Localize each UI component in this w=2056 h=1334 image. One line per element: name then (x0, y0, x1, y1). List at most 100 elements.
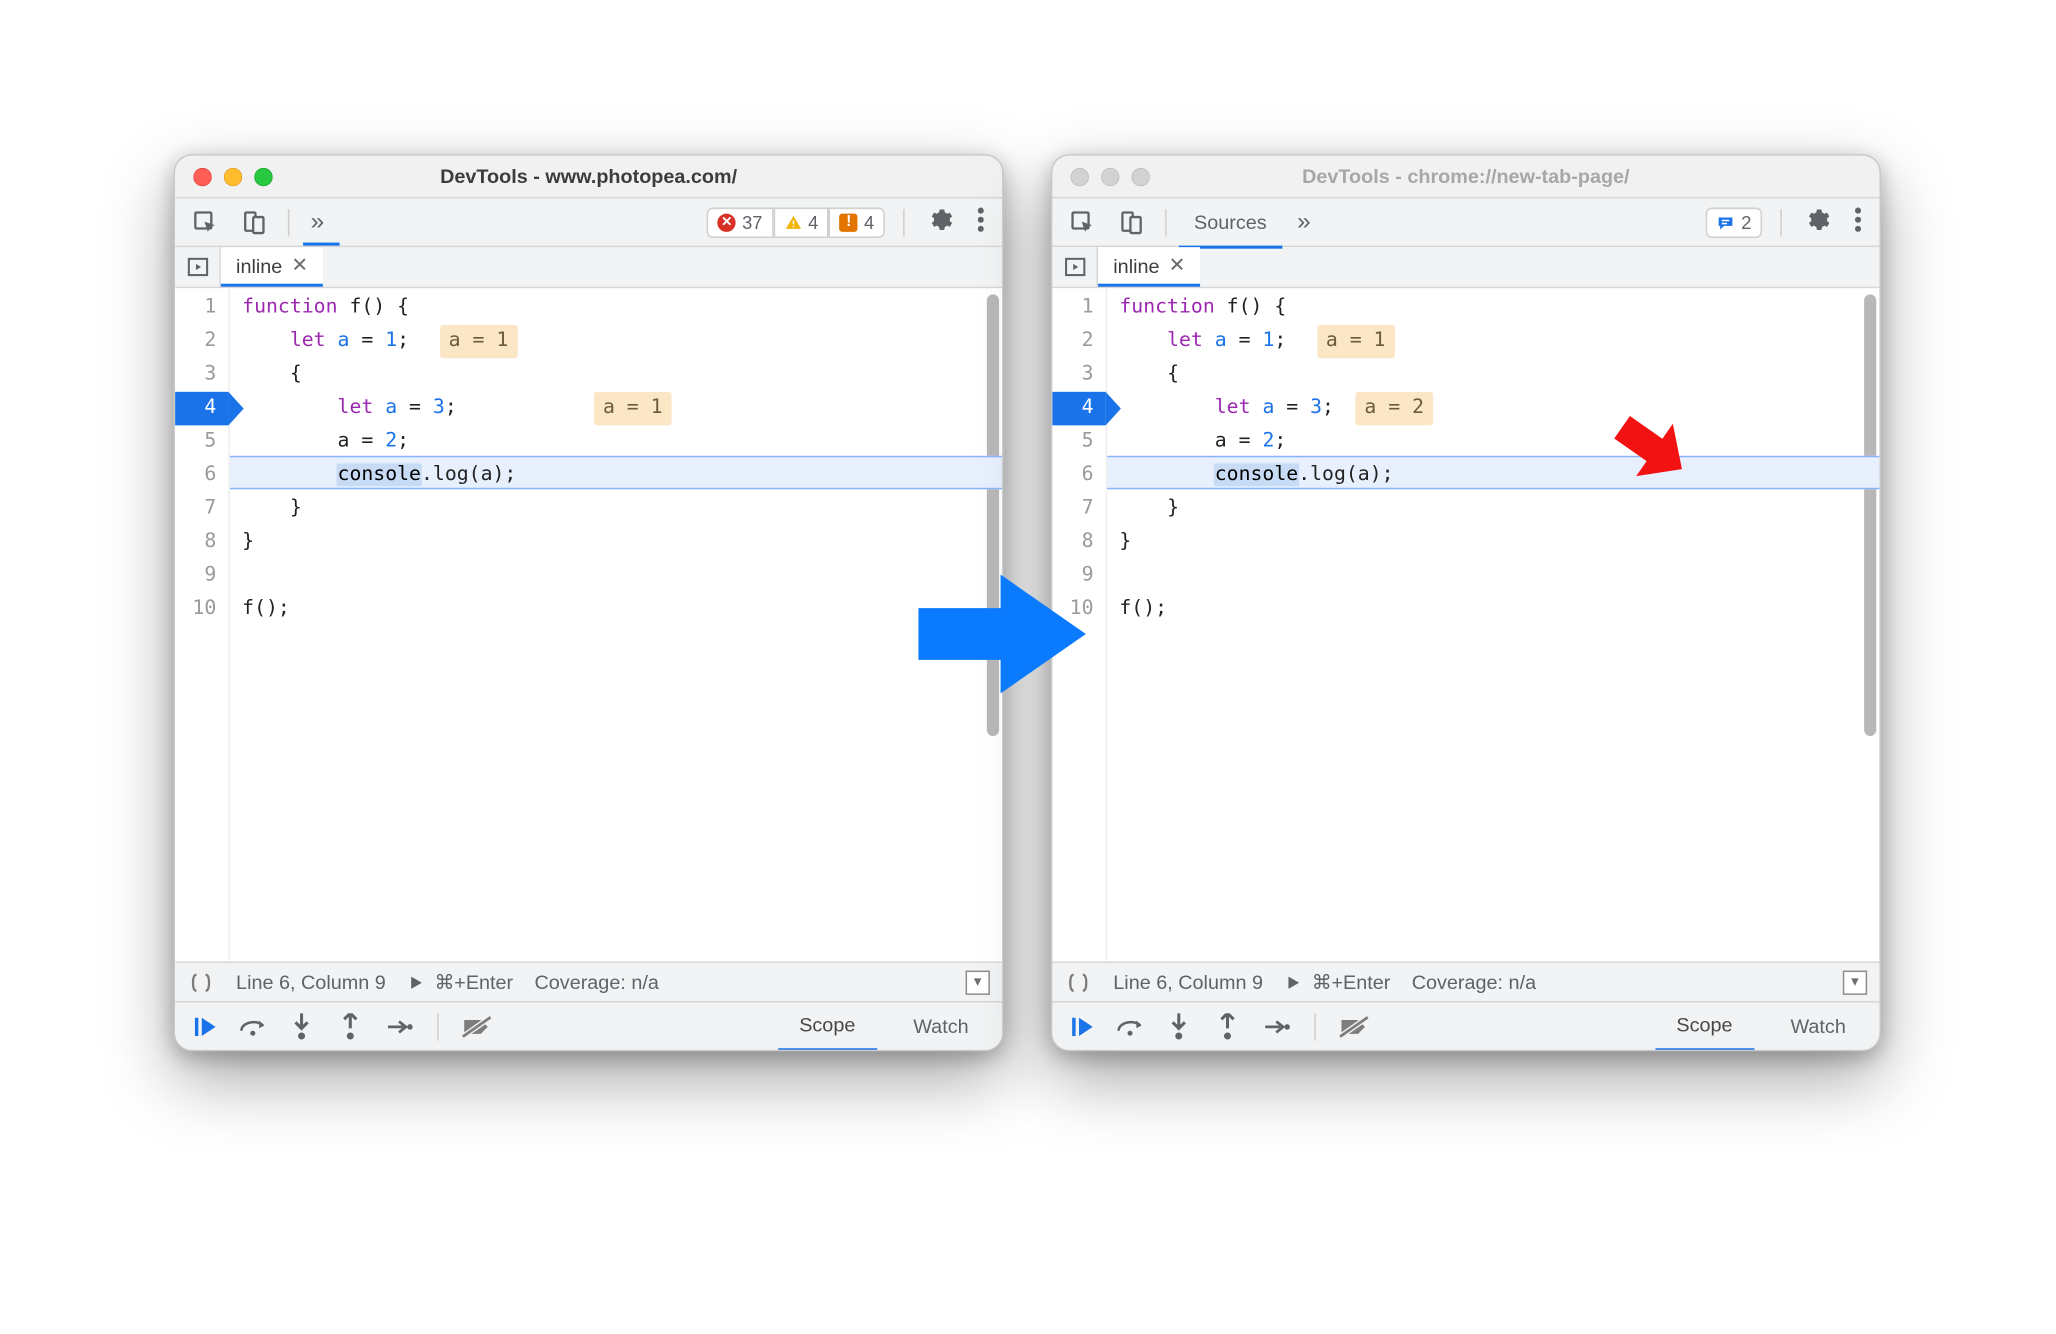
line-number[interactable]: 4 (175, 391, 216, 425)
resume-icon[interactable] (187, 1009, 221, 1043)
titlebar[interactable]: DevTools - www.photopea.com/ (175, 155, 1002, 198)
file-tab-label: inline (236, 254, 282, 277)
devtools-window-right: DevTools - chrome://new-tab-page/ Source… (1051, 154, 1881, 1051)
separator (1314, 1012, 1316, 1039)
cursor-position: Line 6, Column 9 (236, 970, 386, 993)
close-window-button[interactable] (1071, 167, 1089, 185)
line-number[interactable]: 4 (1052, 391, 1093, 425)
line-number[interactable]: 1 (1052, 291, 1093, 325)
cursor-position: Line 6, Column 9 (1113, 970, 1263, 993)
line-gutter[interactable]: 1 2 3 4 5 6 7 8 9 10 (175, 288, 230, 961)
deactivate-breakpoints-icon[interactable] (460, 1009, 494, 1043)
line-number[interactable]: 6 (175, 458, 216, 492)
issues-badge[interactable]: ! 4 (829, 206, 885, 236)
line-number[interactable]: 7 (175, 492, 216, 526)
watch-tab[interactable]: Watch (1769, 1001, 1867, 1050)
panel-overflow-icon[interactable]: » (302, 208, 334, 235)
current-exec-marker: 4 (174, 391, 229, 425)
step-out-icon[interactable] (334, 1009, 368, 1043)
deactivate-breakpoints-icon[interactable] (1337, 1009, 1371, 1043)
pretty-print-icon[interactable] (187, 971, 214, 992)
warnings-badge[interactable]: 4 (773, 206, 829, 236)
more-icon[interactable] (969, 207, 993, 236)
zoom-window-button[interactable] (1132, 167, 1150, 185)
selected-token: console (1213, 463, 1299, 486)
file-tab-inline[interactable]: inline ✕ (221, 247, 323, 287)
line-number[interactable]: 8 (1052, 525, 1093, 559)
line-number[interactable]: 3 (1052, 358, 1093, 392)
separator (437, 1012, 439, 1039)
step-into-icon[interactable] (285, 1009, 319, 1043)
line-number[interactable]: 8 (175, 525, 216, 559)
separator (1165, 208, 1167, 235)
inline-eval: a = 1 (440, 324, 518, 358)
source-editor[interactable]: 1 2 3 4 5 6 7 8 9 10 function f() { let … (175, 288, 1002, 961)
traffic-lights (175, 167, 272, 185)
file-tab-label: inline (1113, 254, 1159, 277)
statusbar-dropdown-icon[interactable]: ▾ (1843, 969, 1867, 993)
inline-eval: a = 1 (1317, 324, 1395, 358)
source-code[interactable]: function f() { let a = 1;a = 1 { let a =… (1107, 288, 1879, 961)
line-number[interactable]: 6 (1052, 458, 1093, 492)
devtools-toolbar: » ✕ 37 4 ! 4 (175, 198, 1002, 247)
line-number[interactable]: 2 (1052, 324, 1093, 358)
more-icon[interactable] (1846, 207, 1870, 236)
scope-tab[interactable]: Scope (778, 1001, 877, 1050)
inspect-element-icon[interactable] (1062, 203, 1105, 240)
device-toggle-icon[interactable] (1110, 203, 1153, 240)
resume-icon[interactable] (1065, 1009, 1099, 1043)
coverage-label: Coverage: n/a (1412, 970, 1536, 993)
line-number[interactable]: 2 (175, 324, 216, 358)
messages-badge[interactable]: 2 (1706, 206, 1762, 236)
watch-tab[interactable]: Watch (892, 1001, 990, 1050)
settings-icon[interactable] (1794, 206, 1840, 238)
navigator-toggle-icon[interactable] (175, 247, 221, 287)
debugger-toolbar: Scope Watch (175, 1001, 1002, 1050)
line-number[interactable]: 3 (175, 358, 216, 392)
step-over-icon[interactable] (236, 1009, 270, 1043)
inspect-element-icon[interactable] (184, 203, 227, 240)
step-into-icon[interactable] (1162, 1009, 1196, 1043)
errors-badge[interactable]: ✕ 37 (707, 206, 773, 236)
line-number[interactable]: 5 (1052, 425, 1093, 459)
run-snippet-button[interactable]: ⌘+Enter (407, 969, 513, 993)
step-over-icon[interactable] (1113, 1009, 1147, 1043)
close-icon[interactable]: ✕ (1169, 253, 1186, 277)
file-tab-inline[interactable]: inline ✕ (1098, 247, 1200, 287)
line-number[interactable]: 10 (175, 592, 216, 626)
source-code[interactable]: function f() { let a = 1;a = 1 { let a =… (230, 288, 1002, 961)
error-icon: ✕ (718, 212, 736, 230)
zoom-window-button[interactable] (254, 167, 272, 185)
close-window-button[interactable] (193, 167, 211, 185)
source-editor[interactable]: 1 2 3 4 5 6 7 8 9 10 function f() { let … (1052, 288, 1879, 961)
step-icon[interactable] (1259, 1009, 1293, 1043)
minimize-window-button[interactable] (1101, 167, 1119, 185)
titlebar[interactable]: DevTools - chrome://new-tab-page/ (1052, 155, 1879, 198)
device-toggle-icon[interactable] (233, 203, 276, 240)
inline-eval: a = 1 (594, 391, 672, 425)
run-shortcut: ⌘+Enter (434, 969, 513, 993)
pretty-print-icon[interactable] (1065, 971, 1092, 992)
selected-token: console (336, 463, 422, 486)
line-number[interactable]: 1 (175, 291, 216, 325)
settings-icon[interactable] (917, 206, 963, 238)
minimize-window-button[interactable] (224, 167, 242, 185)
panel-overflow-icon[interactable]: » (1288, 208, 1320, 235)
step-out-icon[interactable] (1211, 1009, 1245, 1043)
run-snippet-button[interactable]: ⌘+Enter (1284, 969, 1390, 993)
line-number[interactable]: 9 (175, 559, 216, 593)
line-number[interactable]: 7 (1052, 492, 1093, 526)
status-badges: ✕ 37 4 ! 4 (707, 206, 885, 236)
messages-count: 2 (1741, 211, 1751, 232)
step-icon[interactable] (382, 1009, 416, 1043)
navigator-toggle-icon[interactable] (1052, 247, 1098, 287)
line-number[interactable]: 5 (175, 425, 216, 459)
sources-panel-tab[interactable]: Sources (1179, 199, 1282, 248)
errors-count: 37 (742, 211, 762, 232)
warnings-count: 4 (808, 211, 818, 232)
statusbar-dropdown-icon[interactable]: ▾ (966, 969, 990, 993)
close-icon[interactable]: ✕ (291, 253, 308, 277)
scope-tab[interactable]: Scope (1655, 1001, 1754, 1050)
devtools-toolbar: Sources » 2 (1052, 198, 1879, 247)
transition-arrow-icon (918, 568, 1086, 699)
